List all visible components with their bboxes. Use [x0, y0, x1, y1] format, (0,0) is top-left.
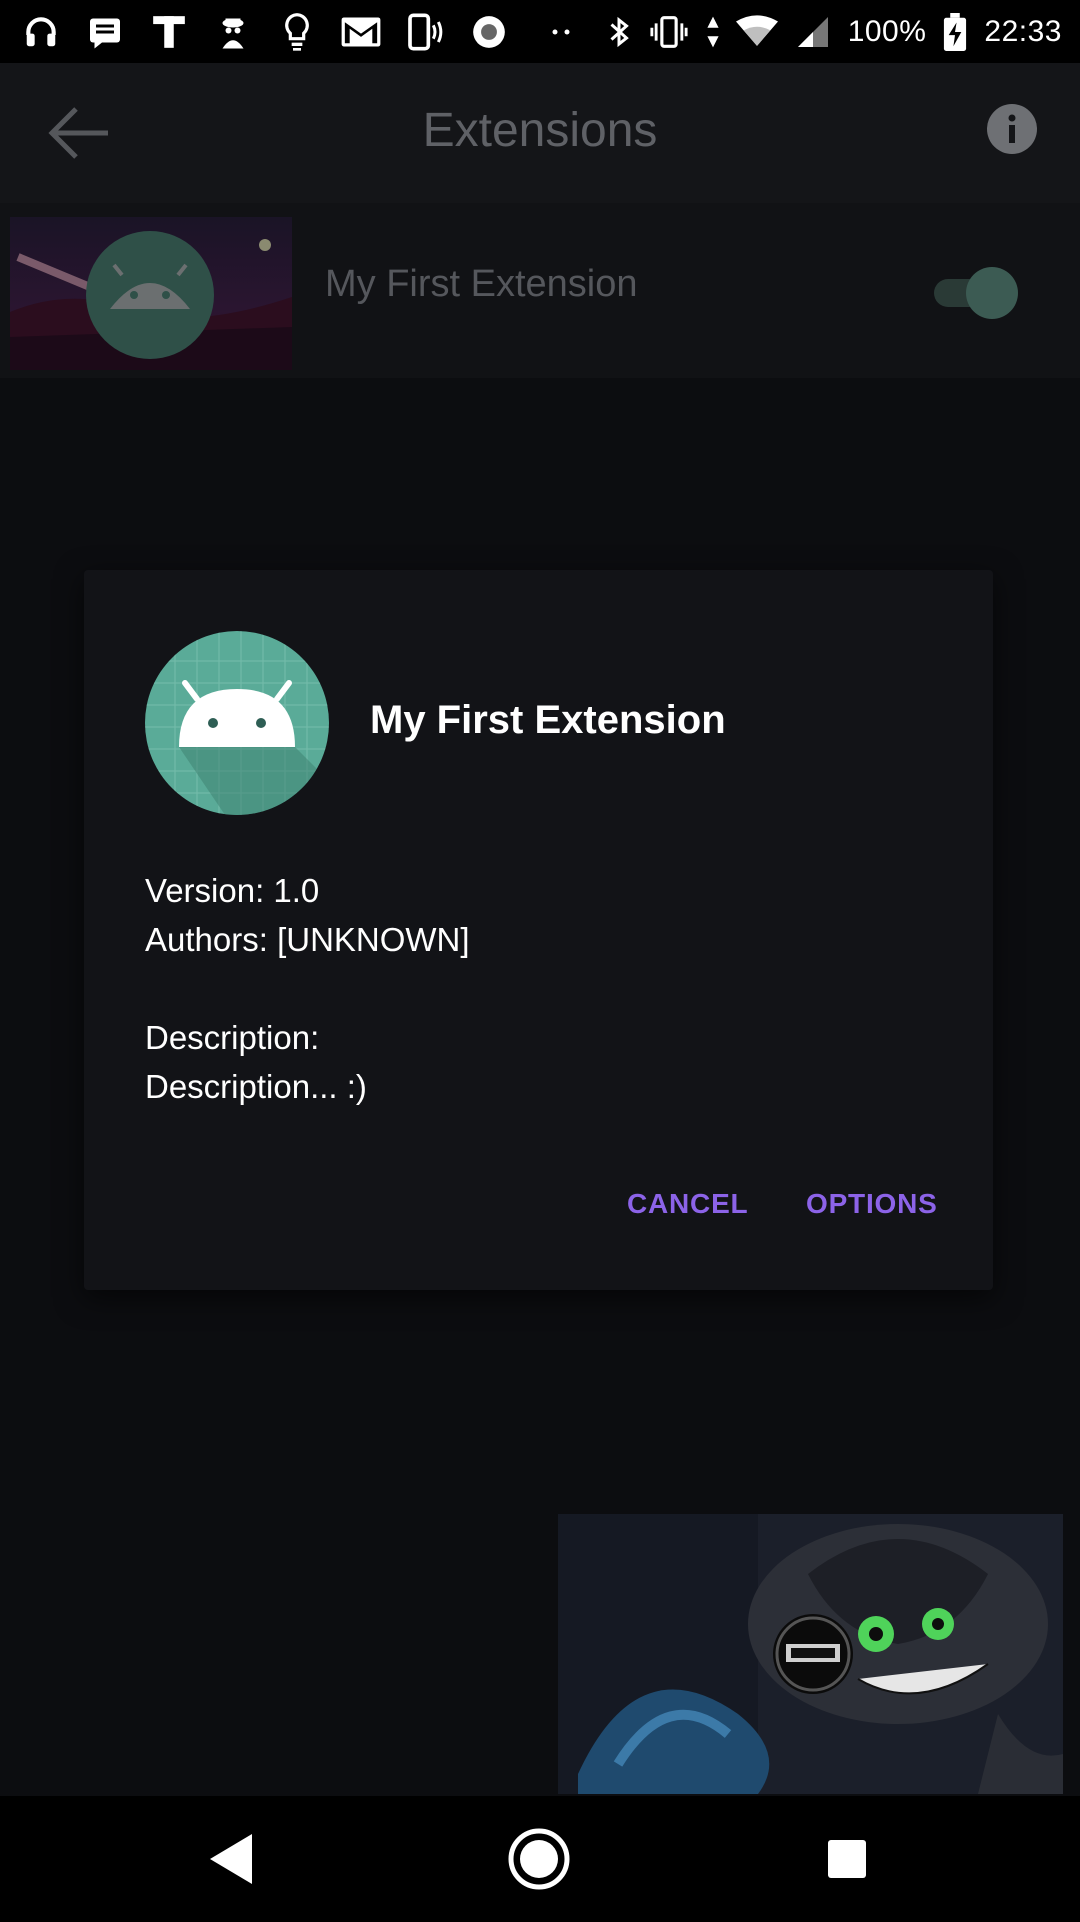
nav-recents-button[interactable]	[812, 1824, 882, 1894]
navigation-bar	[0, 1796, 1080, 1922]
extension-list-item[interactable]: My First Extension	[0, 203, 1080, 378]
description-text: Description... :)	[145, 1068, 367, 1105]
battery-percent: 100%	[847, 14, 927, 48]
extension-thumbnail	[10, 217, 292, 370]
bluetooth-icon	[604, 11, 634, 53]
data-arrows-icon	[704, 11, 722, 53]
extension-android-icon	[145, 631, 329, 815]
signal-icon	[792, 11, 834, 53]
extension-enable-toggle[interactable]	[932, 265, 1022, 321]
record-icon	[468, 11, 510, 53]
version-text: Version: 1.0	[145, 872, 320, 909]
info-icon	[987, 104, 1037, 154]
dialog-title: My First Extension	[370, 698, 726, 742]
status-bar: 100% 22:33	[0, 0, 1080, 63]
lightbulb-icon	[276, 11, 318, 53]
background-wallpaper-image	[558, 1514, 1063, 1794]
clock: 22:33	[984, 14, 1062, 48]
nav-back-icon	[210, 1834, 252, 1884]
nav-home-icon	[508, 1828, 570, 1890]
extension-info-dialog: My First Extension Version: 1.0 Authors:…	[84, 570, 993, 1290]
headphones-icon	[20, 11, 62, 53]
page-title: Extensions	[422, 104, 658, 157]
info-button[interactable]	[986, 103, 1038, 155]
message-icon	[84, 11, 126, 53]
authors-text: Authors: [UNKNOWN]	[145, 921, 470, 958]
options-button[interactable]: OPTIONS	[806, 1188, 938, 1220]
t-app-icon	[148, 11, 190, 53]
nav-recents-icon	[828, 1840, 866, 1878]
vibrate-icon	[648, 11, 690, 53]
dialog-body: Version: 1.0 Authors: [UNKNOWN] Descript…	[145, 866, 945, 1111]
wifi-icon	[735, 11, 778, 53]
extension-name: My First Extension	[325, 263, 638, 305]
app-toolbar: Extensions	[0, 63, 1080, 203]
nav-back-button[interactable]	[196, 1824, 266, 1894]
spy-icon	[212, 11, 254, 53]
cancel-button[interactable]: CANCEL	[627, 1188, 748, 1220]
phone-vibrate-icon	[404, 11, 446, 53]
nav-home-button[interactable]	[504, 1824, 574, 1894]
more-dots-icon	[532, 11, 592, 53]
description-label: Description:	[145, 1019, 320, 1056]
gmail-icon	[340, 11, 382, 53]
battery-charging-icon	[940, 11, 970, 53]
